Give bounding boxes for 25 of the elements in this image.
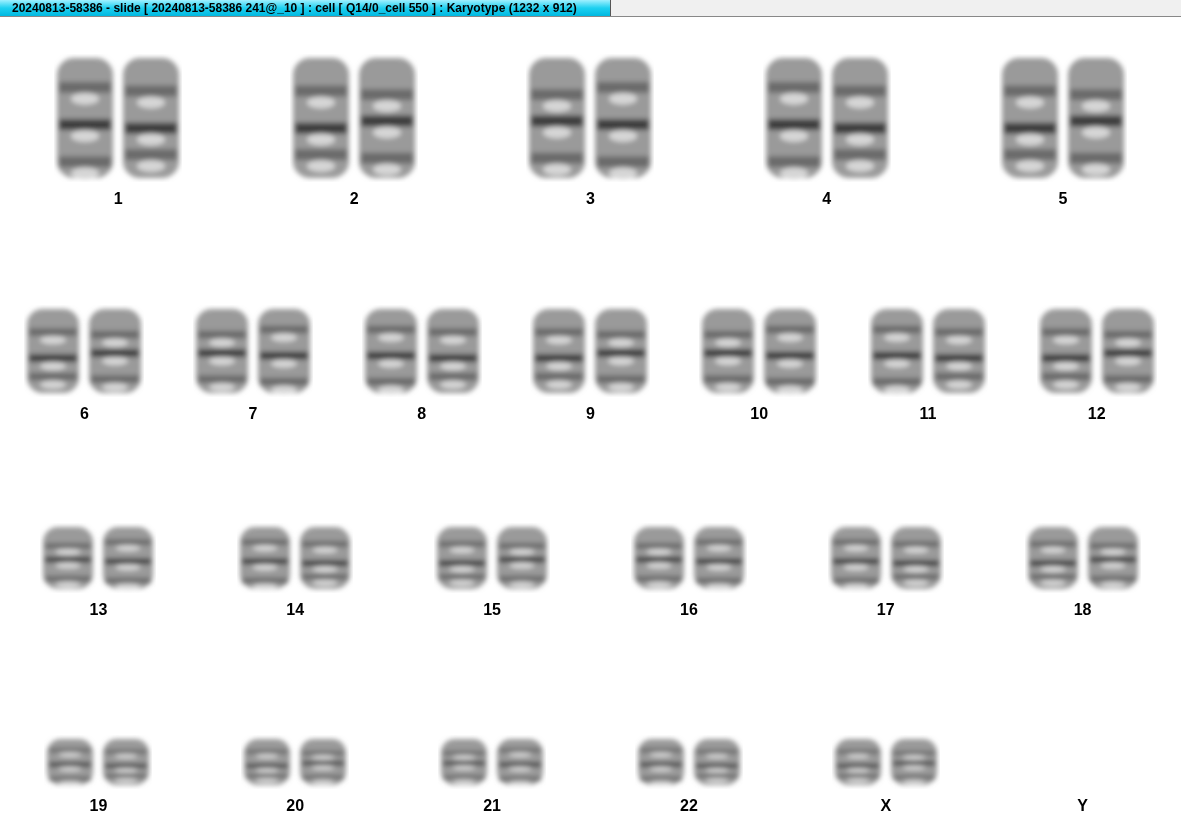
chromosome-label: 4 (822, 190, 832, 208)
chromosome-label: 18 (1073, 601, 1092, 619)
chromosome-label: 22 (680, 797, 698, 815)
chromosome-label: 9 (586, 405, 595, 423)
chromosome-label: 13 (89, 601, 108, 619)
chromosome-label: 1 (113, 190, 123, 208)
chromosome-label: 7 (248, 405, 258, 423)
chromosome-label: 3 (586, 190, 595, 208)
window-title: 20240813-58386 - slide [ 20240813-58386 241@_10 ] : cell [ Q14/0_cell 550 ] : Karyotype (1232 x 912) (0, 0, 611, 16)
chromosome-label: 10 (750, 405, 769, 423)
chromosome-label: 12 (1087, 405, 1106, 423)
chromosome-label: 6 (79, 405, 89, 423)
chromosome-label: 15 (483, 601, 501, 619)
chromosome-label: 8 (417, 405, 427, 423)
chromosome-label: 17 (876, 601, 895, 619)
chromosome-label: Y (1077, 797, 1088, 815)
chromosome-label: 2 (349, 190, 359, 208)
chromosome-label: 5 (1058, 190, 1068, 208)
chromosome-label: 20 (286, 797, 305, 815)
chromosome-label: X (880, 797, 892, 815)
chromosome-label: 19 (89, 797, 108, 815)
chromosome-label: 14 (286, 601, 305, 619)
chromosome-label: 16 (680, 601, 698, 619)
chromosome-label: 11 (919, 405, 937, 423)
chromosome-label: 21 (483, 797, 501, 815)
